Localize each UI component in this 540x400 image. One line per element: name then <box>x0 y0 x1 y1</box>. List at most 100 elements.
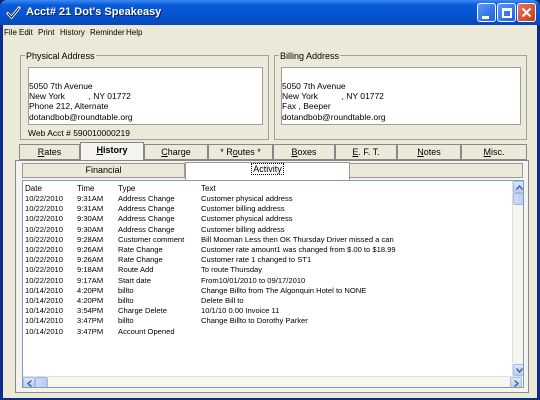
tab-notes[interactable]: Notes <box>397 144 461 160</box>
table-row[interactable]: 10/14/2010 3:54PM Charge Delete 10/1/10 0.… <box>23 306 517 316</box>
minimize-button[interactable] <box>477 3 496 22</box>
tab-routes-prefix: * R <box>220 147 233 157</box>
cell-date: 10/22/2010 <box>25 224 64 234</box>
table-row[interactable]: 10/14/2010 4:20PM billto Delete Bill to <box>23 296 517 306</box>
cell-type: Start date <box>118 275 151 285</box>
menu-print[interactable]: Print <box>38 28 54 37</box>
menu-help[interactable]: Help <box>126 28 142 37</box>
cell-time: 9:31AM <box>77 204 104 214</box>
cell-date: 10/22/2010 <box>25 204 64 214</box>
activity-list[interactable]: Date Time Type Text 10/22/2010 9:31AM Addr… <box>22 180 524 388</box>
subtab-activity[interactable]: Activity <box>185 162 350 180</box>
cell-type: billto <box>118 285 134 295</box>
tab-charge[interactable]: Charge <box>144 144 208 160</box>
cell-type: billto <box>118 296 134 305</box>
cell-type: billto <box>118 316 134 326</box>
physical-address-legend: Physical Address <box>25 51 96 61</box>
tab-routes-label: utes * <box>237 147 261 157</box>
cell-time: 9:28AM <box>77 234 104 244</box>
maximize-button[interactable] <box>497 3 516 22</box>
physical-address-line: New York , NY 01772 <box>29 91 131 101</box>
scroll-left-button[interactable] <box>23 377 35 387</box>
table-row[interactable]: 10/22/2010 9:30AM Address Change Customer p… <box>23 214 517 224</box>
maximize-icon <box>502 8 512 18</box>
check-app-icon <box>6 6 21 20</box>
billing-address-group: Billing Address 5050 7th Avenue New York… <box>274 51 527 140</box>
table-row[interactable]: 10/14/2010 3:47PM billto Change Billto to D… <box>23 316 517 326</box>
cell-time: 9:31AM <box>77 194 104 203</box>
tab-misc-label: isc. <box>491 147 505 157</box>
cell-time: 4:20PM <box>77 285 104 295</box>
table-row[interactable]: 10/14/2010 3:47PM Account Opened <box>23 327 517 337</box>
cell-time: 9:26AM <box>77 255 104 265</box>
cell-time: 9:30AM <box>77 224 104 234</box>
tab-misc[interactable]: Misc. <box>461 144 527 160</box>
menu-edit[interactable]: Edit <box>19 28 33 37</box>
cell-text: Customer physical address <box>201 194 293 203</box>
cell-time: 4:20PM <box>77 296 104 305</box>
tab-notes-label: otes <box>423 147 441 157</box>
app-window: Acct# 21 Dot's Speakeasy File Edit Print… <box>0 0 540 400</box>
cell-text: Customer billing address <box>201 224 285 234</box>
billing-address-box[interactable]: 5050 7th Avenue New York , NY 01772 Fax … <box>281 67 521 125</box>
cell-text: Bill Mooman Less then OK Thursday Driver… <box>201 234 394 244</box>
cell-date: 10/22/2010 <box>25 275 64 285</box>
cell-type: Charge Delete <box>118 306 167 316</box>
tab-rates[interactable]: Rates <box>19 144 80 160</box>
cell-text: Change Billto from The Algonquin Hotel t… <box>201 285 367 295</box>
column-time[interactable]: Time <box>77 184 94 193</box>
tab-boxes[interactable]: Boxes <box>273 144 335 160</box>
cell-time: 9:18AM <box>77 265 104 275</box>
cell-time: 3:54PM <box>77 306 104 316</box>
table-row[interactable]: 10/22/2010 9:31AM Address Change Customer b… <box>23 204 517 214</box>
close-button[interactable] <box>517 3 536 22</box>
cell-type: Rate Change <box>118 245 163 254</box>
table-row[interactable]: 10/22/2010 9:30AM Address Change Customer b… <box>23 225 517 235</box>
billing-address-line: New York , NY 01772 <box>282 91 384 101</box>
subtab-financial[interactable]: Financial <box>22 163 185 178</box>
menu-history[interactable]: History <box>60 28 85 37</box>
table-row[interactable]: 10/22/2010 9:17AM Start date From10/01/2010… <box>23 276 517 286</box>
cell-text: Customer billing address <box>201 204 285 214</box>
tab-routes[interactable]: * Routes * <box>208 144 273 160</box>
menu-reminder[interactable]: Reminder <box>90 28 125 37</box>
billing-address-line: Fax , Beeper <box>282 101 331 111</box>
table-row[interactable]: 10/22/2010 9:18AM Route Add To route Thursd… <box>23 265 517 275</box>
cell-date: 10/14/2010 <box>25 285 64 295</box>
scroll-right-button[interactable] <box>510 377 522 387</box>
web-account-number: Web Acct # 590010000219 <box>28 128 130 138</box>
chevron-up-icon <box>516 185 523 190</box>
table-row[interactable]: 10/14/2010 4:20PM billto Change Billto from… <box>23 286 517 296</box>
chevron-left-icon <box>27 380 32 387</box>
table-row[interactable]: 10/22/2010 9:31AM Address Change Customer p… <box>23 194 517 204</box>
scroll-down-button[interactable] <box>513 364 523 376</box>
cell-date: 10/22/2010 <box>25 214 64 224</box>
tab-history[interactable]: History <box>80 142 144 161</box>
billing-address-legend: Billing Address <box>279 51 341 61</box>
horizontal-scrollbar[interactable] <box>23 376 523 387</box>
tab-rates-label: ates <box>44 147 62 157</box>
vertical-scroll-thumb[interactable] <box>513 193 523 205</box>
column-date[interactable]: Date <box>25 184 42 193</box>
physical-address-box[interactable]: 5050 7th Avenue New York , NY 01772 Phon… <box>28 67 263 125</box>
scroll-up-button[interactable] <box>513 181 523 193</box>
tab-eft[interactable]: E. F. T. <box>335 144 397 160</box>
cell-date: 10/22/2010 <box>25 255 64 265</box>
column-text[interactable]: Text <box>201 184 216 193</box>
cell-text: Customer rate 1 changed to ST1 <box>201 255 312 265</box>
client-area: Physical Address 5050 7th Avenue New Yor… <box>3 41 537 398</box>
vertical-scrollbar[interactable] <box>512 181 523 376</box>
column-type[interactable]: Type <box>118 184 135 193</box>
menu-file[interactable]: File <box>4 28 17 37</box>
table-row[interactable]: 10/22/2010 9:26AM Rate Change Customer rate… <box>23 255 517 265</box>
cell-text: Customer rate amount1 was changed from $… <box>201 245 396 254</box>
table-row[interactable]: 10/22/2010 9:28AM Customer comment Bill Moo… <box>23 235 517 245</box>
title-bar[interactable]: Acct# 21 Dot's Speakeasy <box>0 0 540 25</box>
cell-type: Address Change <box>118 214 175 224</box>
cell-date: 10/14/2010 <box>25 306 64 316</box>
horizontal-scroll-thumb[interactable] <box>35 377 48 387</box>
history-panel: Financial Activity Date Time Type Text 1… <box>15 160 529 393</box>
billing-address-line: dotandbob@roundtable.org <box>282 112 386 122</box>
cell-time: 9:17AM <box>77 275 104 285</box>
table-row[interactable]: 10/22/2010 9:26AM Rate Change Customer rate… <box>23 245 517 255</box>
